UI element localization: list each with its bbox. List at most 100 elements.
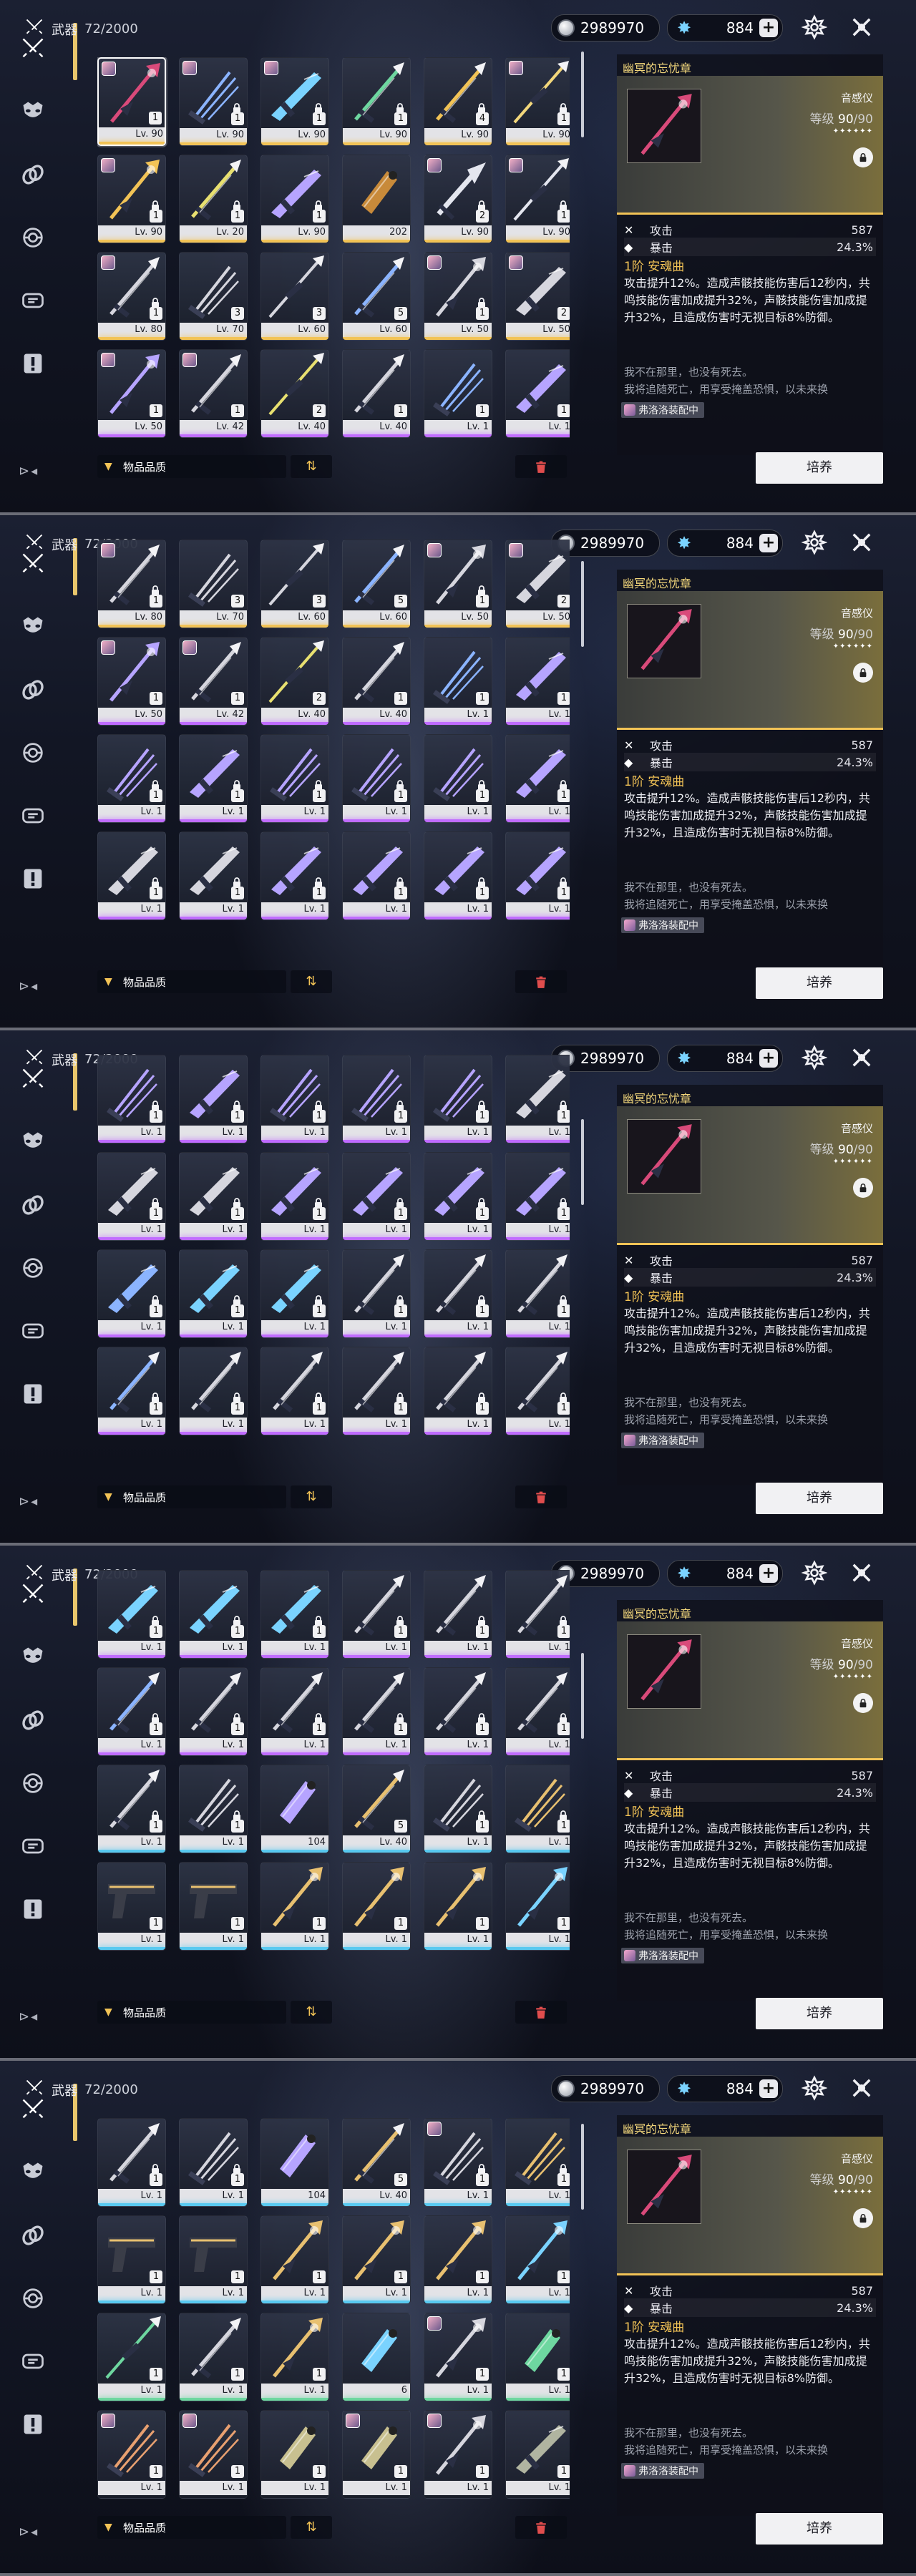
weapon-card[interactable]: 1 Lv. 1 [260,734,329,823]
nav-echo-tuner-icon[interactable] [17,1252,49,1284]
weapon-card[interactable]: 1 Lv. 1 [424,2215,492,2304]
weapon-card[interactable]: 1 Lv. 50 [424,540,492,628]
weapon-card[interactable]: 1 Lv. 1 [97,831,166,920]
weapon-card[interactable]: 1 Lv. 1 [260,1055,329,1143]
weapon-card[interactable]: 1 Lv. 1 [179,1667,248,1756]
weapon-card[interactable]: 104 [260,1765,329,1853]
weapon-card[interactable]: 1 Lv. 1 [505,831,570,920]
weapon-card[interactable]: 1 Lv. 1 [260,1862,329,1951]
grid-scrollbar[interactable] [581,52,584,137]
weapon-card[interactable]: 1 Lv. 1 [97,1765,166,1853]
weapon-card[interactable]: 1 Lv. 1 [260,1249,329,1338]
weapon-card[interactable]: 1 Lv. 1 [505,1152,570,1241]
settings-icon[interactable] [800,2074,829,2102]
weapon-card[interactable]: 1 Lv. 1 [260,831,329,920]
weapon-card[interactable]: 1 Lv. 1 [342,1347,411,1435]
weapon-card[interactable]: 1 Lv. 1 [260,1667,329,1756]
weapon-card[interactable]: 1 Lv. 1 [424,1765,492,1853]
weapon-card[interactable]: 1 Lv. 1 [179,2118,248,2207]
weapon-card[interactable]: 1 Lv. 1 [179,2215,248,2304]
nav-quest-item-icon[interactable] [17,348,49,379]
nav-supply-icon[interactable] [17,1315,49,1347]
weapon-card[interactable]: 1 Lv. 1 [505,637,570,726]
trash-icon[interactable] [515,2001,567,2024]
view-toggle-icon[interactable]: ⊳◂ [19,2524,39,2540]
detail-lock-button[interactable] [853,1178,873,1198]
detail-lock-button[interactable] [853,147,873,167]
grid-scrollbar[interactable] [581,561,584,647]
weapon-card[interactable]: 4 Lv. 90 [424,57,492,146]
weapon-card[interactable]: 1 Lv. 1 [97,1862,166,1951]
weapon-card[interactable]: 1 Lv. 50 [97,349,166,438]
nav-supply-icon[interactable] [17,285,49,316]
weapon-card[interactable]: 1 Lv. 1 [179,1765,248,1853]
weapon-card[interactable]: 1 Lv. 1 [424,1055,492,1143]
weapon-card[interactable]: 1 Lv. 1 [505,1570,570,1659]
add-astrite-button[interactable]: + [759,2079,778,2098]
weapon-card[interactable]: 1 Lv. 1 [424,1862,492,1951]
detail-lock-button[interactable] [853,663,873,683]
weapon-card[interactable]: 1 Lv. 90 [342,57,411,146]
weapon-card[interactable]: 1 Lv. 1 [97,1055,166,1143]
weapon-card[interactable]: 1 Lv. 1 [505,1862,570,1951]
weapon-card[interactable]: 2 Lv. 40 [260,637,329,726]
weapon-card[interactable]: 1 Lv. 1 [179,1347,248,1435]
weapon-card[interactable]: 1 Lv. 1 [424,1570,492,1659]
weapon-card[interactable]: 1 Lv. 1 [179,1152,248,1241]
view-toggle-icon[interactable]: ⊳◂ [19,1494,39,1509]
weapon-card[interactable]: 1 Lv. 1 [342,1055,411,1143]
weapon-card[interactable]: 104 [260,2118,329,2207]
weapon-card[interactable]: 1 Lv. 1 [505,1055,570,1143]
nav-supply-icon[interactable] [17,800,49,831]
weapon-card[interactable]: 1 Lv. 1 [424,1347,492,1435]
weapon-card[interactable]: 5 Lv. 40 [342,2118,411,2207]
settings-icon[interactable] [800,1558,829,1587]
weapon-card[interactable]: 1 Lv. 1 [424,831,492,920]
weapon-card[interactable]: 1 Lv. 1 [505,2410,570,2499]
add-astrite-button[interactable]: + [759,534,778,552]
weapon-card[interactable]: 1 Lv. 1 [179,1570,248,1659]
weapon-card[interactable]: 1 Lv. 1 [97,1570,166,1659]
weapon-card[interactable]: 1 Lv. 1 [424,1667,492,1756]
weapon-card[interactable]: 1 Lv. 1 [424,2118,492,2207]
weapon-card[interactable]: 1 Lv. 20 [179,155,248,243]
weapon-card[interactable]: 1 Lv. 1 [97,1667,166,1756]
weapon-card[interactable]: 1 Lv. 42 [179,637,248,726]
view-toggle-icon[interactable]: ⊳◂ [19,464,39,479]
sort-order-button[interactable]: ⇅ [291,2516,332,2539]
weapon-card[interactable]: 1 Lv. 40 [342,637,411,726]
weapon-card[interactable]: 2 Lv. 90 [424,155,492,243]
close-icon[interactable] [847,1043,876,1072]
trash-icon[interactable] [515,455,567,478]
quality-filter-dropdown[interactable]: ▼ 物品品质 [97,970,286,993]
nav-material-icon[interactable] [17,1704,49,1736]
weapon-card[interactable]: 1 Lv. 1 [260,2313,329,2401]
weapon-card[interactable]: 1 Lv. 1 [97,2215,166,2304]
weapon-card[interactable]: 1 Lv. 1 [424,734,492,823]
close-icon[interactable] [847,2074,876,2102]
weapon-card[interactable]: 1 Lv. 1 [97,1249,166,1338]
nav-material-icon[interactable] [17,674,49,706]
weapon-card[interactable]: 1 Lv. 90 [260,155,329,243]
weapon-card[interactable]: 1 Lv. 1 [97,2118,166,2207]
weapon-card[interactable]: 1 Lv. 1 [505,2215,570,2304]
upgrade-button[interactable]: 培养 [756,1998,883,2029]
weapon-card[interactable]: 2 Lv. 40 [260,349,329,438]
trash-icon[interactable] [515,1485,567,1508]
weapon-card[interactable]: 1 Lv. 1 [260,1347,329,1435]
add-astrite-button[interactable]: + [759,19,778,37]
grid-scrollbar[interactable] [581,1119,584,1205]
weapon-card[interactable]: 1 Lv. 1 [179,1249,248,1338]
weapon-card[interactable]: 2 Lv. 50 [505,252,570,341]
weapon-card[interactable]: 1 Lv. 90 [179,57,248,146]
quality-filter-dropdown[interactable]: ▼ 物品品质 [97,455,286,478]
weapon-card[interactable]: 1 Lv. 1 [424,349,492,438]
weapon-card[interactable]: 1 Lv. 1 [97,1347,166,1435]
weapon-card[interactable]: 1 Lv. 40 [342,349,411,438]
weapon-card[interactable]: 1 Lv. 1 [97,1152,166,1241]
weapon-card[interactable]: 1 Lv. 1 [97,2313,166,2401]
weapon-card[interactable]: 1 Lv. 1 [505,349,570,438]
weapon-card[interactable]: 5 Lv. 60 [342,252,411,341]
weapon-card[interactable]: 1 Lv. 1 [97,734,166,823]
weapon-card[interactable]: 1 Lv. 50 [424,252,492,341]
